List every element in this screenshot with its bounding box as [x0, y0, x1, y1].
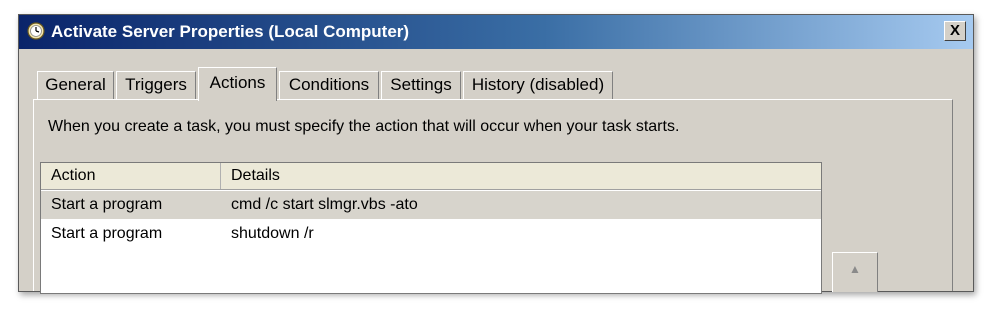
list-row[interactable]: Start a program shutdown /r	[41, 220, 821, 248]
tab-history[interactable]: History (disabled)	[463, 71, 613, 99]
column-header-action[interactable]: Action	[41, 163, 221, 189]
list-header: Action Details	[41, 163, 821, 190]
details-cell: cmd /c start slmgr.vbs -ato	[231, 196, 418, 213]
details-cell: shutdown /r	[231, 225, 314, 242]
move-up-button[interactable]: ▲	[832, 252, 878, 292]
actions-list[interactable]: Action Details Start a program cmd /c st…	[40, 162, 822, 294]
task-clock-icon	[27, 22, 45, 40]
tab-conditions[interactable]: Conditions	[279, 71, 379, 99]
tab-triggers[interactable]: Triggers	[116, 71, 196, 99]
list-row[interactable]: Start a program cmd /c start slmgr.vbs -…	[41, 191, 821, 219]
tab-general[interactable]: General	[37, 71, 114, 99]
tab-actions[interactable]: Actions	[198, 67, 277, 101]
close-button[interactable]: X	[944, 21, 966, 41]
instruction-text: When you create a task, you must specify…	[48, 118, 680, 135]
window-title: Activate Server Properties (Local Comput…	[51, 22, 410, 41]
title-bar[interactable]: Activate Server Properties (Local Comput…	[19, 15, 973, 49]
action-cell: Start a program	[51, 225, 163, 242]
tab-settings[interactable]: Settings	[381, 71, 461, 99]
up-arrow-icon: ▲	[849, 262, 861, 276]
column-header-details[interactable]: Details	[221, 163, 821, 189]
action-cell: Start a program	[51, 196, 163, 213]
